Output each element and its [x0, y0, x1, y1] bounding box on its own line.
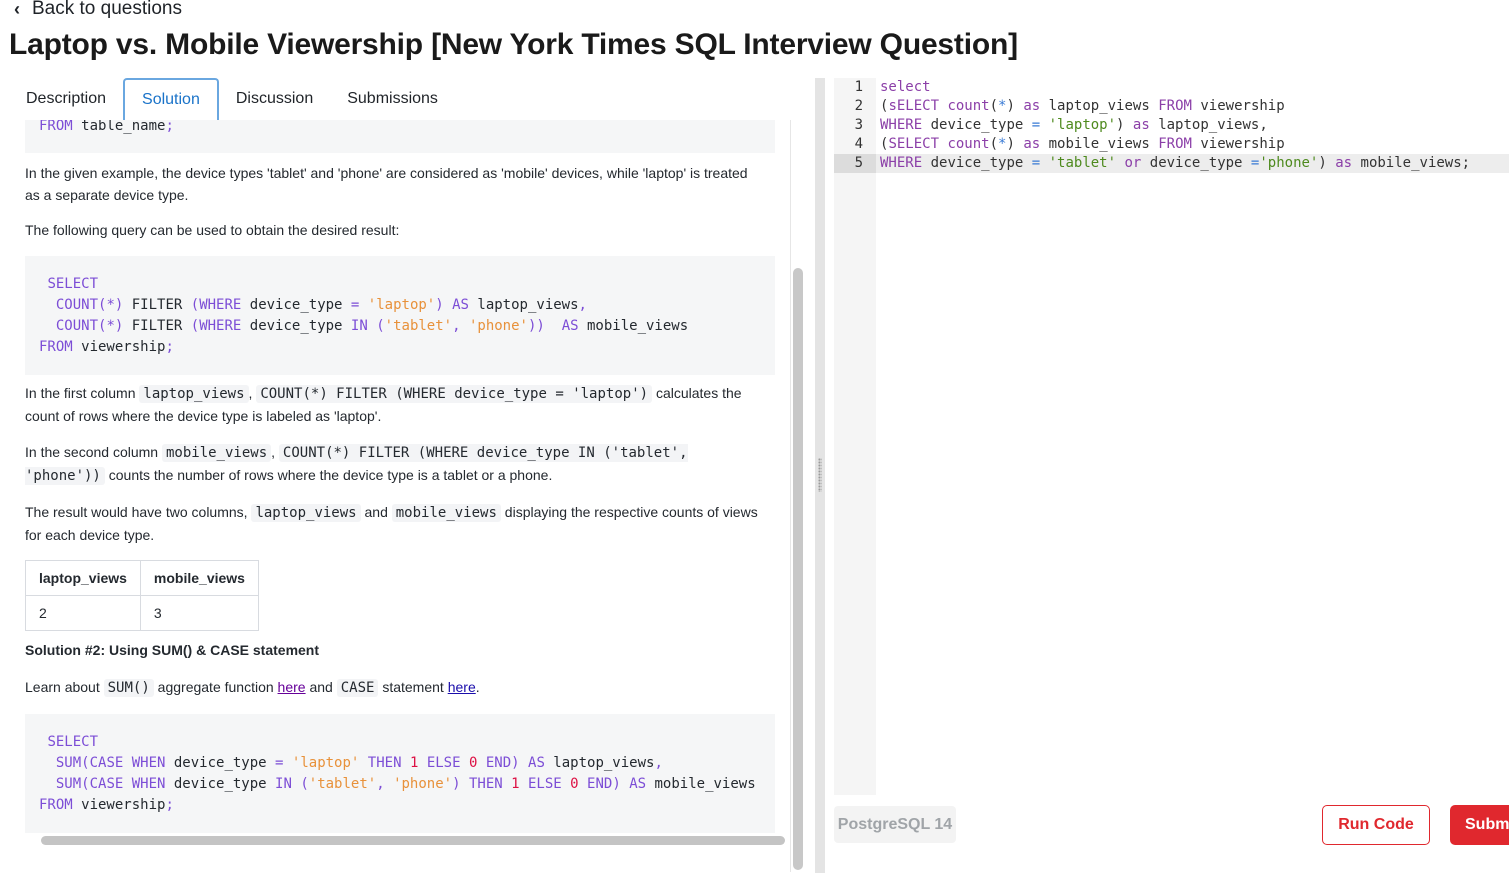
- tab-bar: Description Solution Discussion Submissi…: [9, 78, 455, 120]
- text: statement: [378, 679, 448, 695]
- code-line[interactable]: (sELECT count(*) as laptop_views FROM vi…: [880, 97, 1509, 116]
- inline-code: COUNT(*) FILTER (WHERE device_type = 'la…: [256, 385, 653, 403]
- tab-solution[interactable]: Solution: [123, 78, 219, 120]
- grip-icon: [818, 458, 822, 492]
- case-docs-link[interactable]: here: [448, 679, 476, 695]
- text: In the first column: [25, 385, 140, 401]
- line-number: 4: [854, 136, 863, 152]
- language-badge[interactable]: PostgreSQL 14: [834, 806, 956, 843]
- code-line-active[interactable]: WHERE device_type = 'tablet' or device_t…: [876, 154, 1509, 173]
- table-header: mobile_views: [139, 560, 259, 596]
- code-line[interactable]: (SELECT count(*) as mobile_views FROM vi…: [880, 135, 1509, 154]
- back-to-questions-link[interactable]: ‹ Back to questions: [14, 0, 182, 22]
- paragraph-second-column: In the second column mobile_views, COUNT…: [25, 441, 765, 487]
- line-numbers: 1 2 3 4 5: [834, 78, 876, 173]
- vertical-scrollbar[interactable]: [793, 268, 803, 870]
- code-block-filter-solution: SELECT COUNT(*) FILTER (WHERE device_typ…: [25, 256, 775, 375]
- paragraph-result: The result would have two columns, lapto…: [25, 501, 765, 546]
- paragraph-query-intro: The following query can be used to obtai…: [25, 222, 400, 238]
- text: aggregate function: [153, 679, 278, 695]
- paragraph-device-types: In the given example, the device types '…: [25, 165, 748, 203]
- tab-description[interactable]: Description: [9, 78, 123, 120]
- tab-submissions[interactable]: Submissions: [330, 78, 455, 120]
- line-number: 3: [854, 117, 863, 133]
- text: ,: [271, 444, 279, 460]
- text: counts the number of rows where the devi…: [104, 467, 553, 483]
- solution-panel: FROM table_name; In the given example, t…: [10, 120, 805, 872]
- tab-discussion[interactable]: Discussion: [219, 78, 330, 120]
- code-line[interactable]: WHERE device_type = 'laptop') as laptop_…: [880, 116, 1509, 135]
- solution-2-heading: Solution #2: Using SUM() & CASE statemen…: [25, 642, 320, 658]
- submit-button[interactable]: Submit: [1450, 805, 1509, 845]
- code-block-partial: FROM table_name;: [25, 120, 775, 153]
- code-block-sum-case-solution: SELECT SUM(CASE WHEN device_type = 'lapt…: [25, 714, 775, 833]
- table-cell: 2: [25, 595, 141, 631]
- paragraph-learn-about: Learn about SUM() aggregate function her…: [25, 676, 765, 699]
- chevron-left-icon: ‹: [14, 0, 20, 19]
- inline-code: mobile_views: [161, 444, 272, 462]
- result-table: laptop_views mobile_views 2 3: [25, 560, 259, 631]
- table-row: 2 3: [25, 595, 259, 631]
- inline-code: SUM(): [103, 679, 154, 697]
- text: and: [305, 679, 337, 695]
- paragraph-first-column: In the first column laptop_views, COUNT(…: [25, 382, 765, 427]
- page-title: Laptop vs. Mobile Viewership [New York T…: [9, 28, 1018, 61]
- inline-code: laptop_views: [139, 385, 249, 403]
- text: .: [475, 679, 480, 695]
- text: In the second column: [25, 444, 162, 460]
- line-number: 2: [854, 98, 863, 114]
- scrollbar-track: [790, 120, 791, 872]
- inline-code: laptop_views: [251, 504, 361, 522]
- horizontal-scrollbar[interactable]: [41, 836, 785, 845]
- table-header: laptop_views: [25, 560, 141, 596]
- inline-code: mobile_views: [391, 504, 501, 522]
- line-number: 1: [854, 79, 863, 95]
- sum-docs-link[interactable]: here: [278, 679, 306, 695]
- code-editor[interactable]: 1 2 3 4 5 select (sELECT count(*) as lapt…: [834, 78, 1509, 795]
- table-cell: 3: [139, 595, 259, 631]
- panel-resize-handle[interactable]: [815, 78, 825, 873]
- text: The result would have two columns,: [25, 504, 252, 520]
- editor-code[interactable]: select (sELECT count(*) as laptop_views F…: [876, 78, 1509, 173]
- editor-gutter: [834, 78, 876, 795]
- inline-code: CASE: [336, 679, 379, 697]
- code-line[interactable]: select: [880, 78, 1509, 97]
- text: and: [360, 504, 392, 520]
- back-label: Back to questions: [32, 0, 182, 19]
- line-number-active: 5: [834, 154, 876, 173]
- table-header-row: laptop_views mobile_views: [25, 560, 259, 596]
- run-code-button[interactable]: Run Code: [1322, 805, 1430, 845]
- text: Learn about: [25, 679, 104, 695]
